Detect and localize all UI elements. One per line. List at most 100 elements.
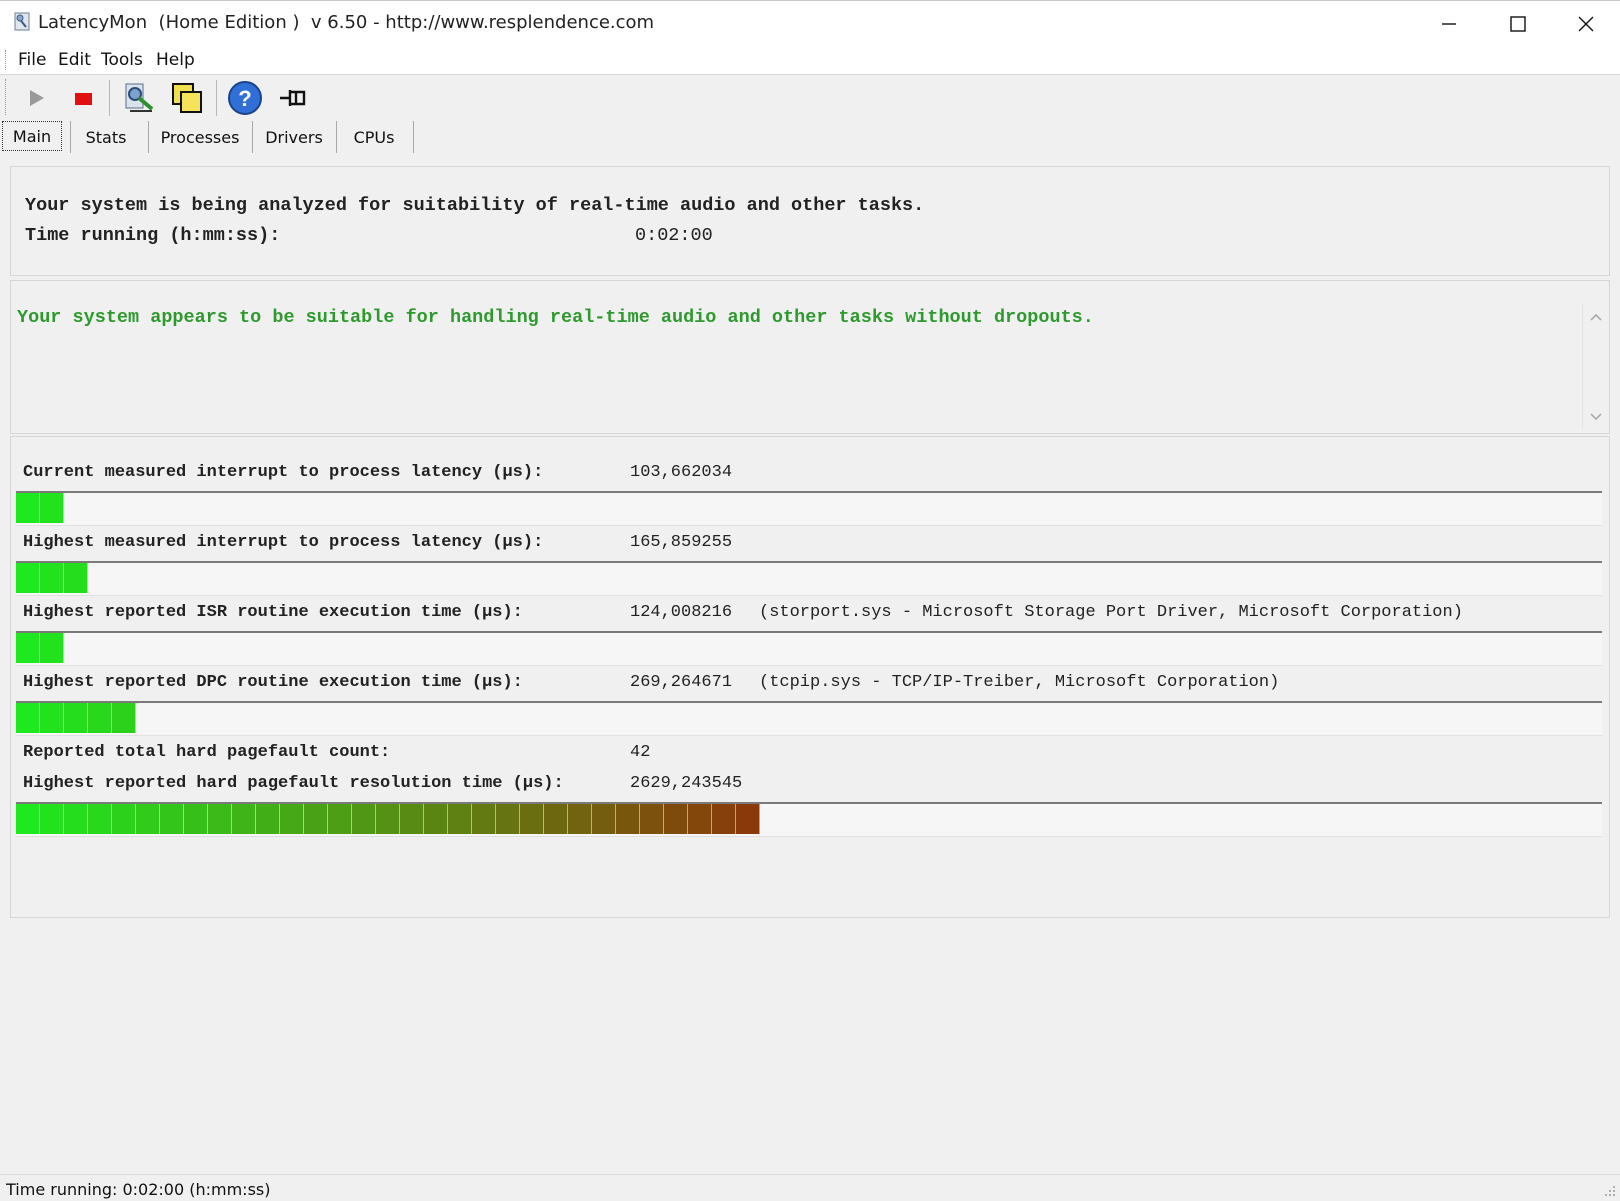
status-text: Time running: 0:02:00 (h:mm:ss) bbox=[6, 1180, 271, 1199]
tab-stats[interactable]: Stats bbox=[72, 123, 140, 151]
bar-segment bbox=[232, 804, 256, 834]
maximize-icon bbox=[1510, 16, 1526, 32]
maximize-button[interactable] bbox=[1484, 1, 1552, 47]
bar-segment bbox=[88, 804, 112, 834]
highest-latency-bar-fill bbox=[16, 563, 88, 593]
metrics-panel: Current measured interrupt to process la… bbox=[10, 436, 1610, 918]
pagefault-time-bar bbox=[16, 802, 1602, 837]
help-button[interactable]: ? bbox=[226, 80, 264, 116]
analyze-button[interactable] bbox=[120, 80, 158, 116]
bar-segment bbox=[352, 804, 376, 834]
bar-segment bbox=[304, 804, 328, 834]
tab-processes-label: Processes bbox=[160, 127, 240, 147]
menu-tools-label: Tools bbox=[101, 50, 143, 70]
bar-segment bbox=[496, 804, 520, 834]
pagefault-time-label: Highest reported hard pagefault resoluti… bbox=[23, 774, 564, 793]
stop-button[interactable] bbox=[64, 80, 102, 116]
minimize-button[interactable] bbox=[1415, 1, 1483, 47]
time-running-value: 0:02:00 bbox=[635, 225, 713, 246]
tab-separator bbox=[413, 121, 414, 153]
bar-segment bbox=[40, 804, 64, 834]
highest-latency-label: Highest measured interrupt to process la… bbox=[23, 533, 544, 552]
bar-segment bbox=[16, 563, 40, 593]
bar-segment bbox=[688, 804, 712, 834]
toolbar-separator-2 bbox=[216, 80, 217, 116]
bar-segment bbox=[64, 804, 88, 834]
tab-main-label: Main bbox=[12, 126, 52, 146]
menu-tools[interactable]: Tools bbox=[101, 50, 143, 70]
highest-latency-value: 165,859255 bbox=[630, 533, 733, 552]
tab-cpus[interactable]: CPUs bbox=[338, 123, 410, 151]
verdict-text: Your system appears to be suitable for h… bbox=[17, 307, 1094, 328]
status-bar: Time running: 0:02:00 (h:mm:ss) bbox=[0, 1174, 1620, 1201]
pin-button[interactable] bbox=[274, 80, 312, 116]
isr-bar-fill bbox=[16, 633, 64, 663]
bar-segment bbox=[640, 804, 664, 834]
tab-separator bbox=[252, 121, 253, 153]
menu-help-label: Help bbox=[156, 50, 195, 70]
title-bar: LatencyMon (Home Edition ) v 6.50 - http… bbox=[0, 0, 1620, 47]
bar-segment bbox=[592, 804, 616, 834]
bar-segment bbox=[64, 563, 88, 593]
bar-segment bbox=[112, 703, 136, 733]
tab-stats-label: Stats bbox=[85, 127, 127, 147]
highest-latency-bar bbox=[16, 561, 1602, 596]
tab-drivers[interactable]: Drivers bbox=[254, 123, 334, 151]
windows-icon bbox=[172, 83, 202, 113]
app-icon bbox=[12, 11, 34, 33]
pagefault-count-label: Reported total hard pagefault count: bbox=[23, 743, 391, 762]
scroll-down-icon[interactable] bbox=[1590, 413, 1602, 421]
current-latency-value: 103,662034 bbox=[630, 463, 733, 482]
bar-segment bbox=[64, 703, 88, 733]
analysis-status-text: Your system is being analyzed for suitab… bbox=[25, 195, 925, 216]
time-running-label: Time running (h:mm:ss): bbox=[25, 225, 281, 246]
bar-segment bbox=[568, 804, 592, 834]
bar-segment bbox=[40, 493, 64, 523]
isr-bar bbox=[16, 631, 1602, 666]
tab-drivers-label: Drivers bbox=[265, 127, 323, 147]
toolbar-separator bbox=[109, 80, 110, 116]
start-button[interactable] bbox=[17, 80, 55, 116]
windows-button[interactable] bbox=[168, 80, 206, 116]
tab-bar: Main Stats Processes Drivers CPUs bbox=[0, 121, 1620, 155]
bar-segment bbox=[40, 633, 64, 663]
bar-segment bbox=[664, 804, 688, 834]
bar-segment bbox=[208, 804, 232, 834]
scroll-up-icon[interactable] bbox=[1590, 313, 1602, 321]
analysis-panel: Your system is being analyzed for suitab… bbox=[10, 166, 1610, 276]
bar-segment bbox=[376, 804, 400, 834]
pagefault-time-value: 2629,243545 bbox=[630, 774, 743, 793]
menu-file[interactable]: File bbox=[18, 50, 46, 70]
current-latency-label: Current measured interrupt to process la… bbox=[23, 463, 544, 482]
menu-edit[interactable]: Edit bbox=[58, 50, 91, 70]
dpc-label: Highest reported DPC routine execution t… bbox=[23, 673, 523, 692]
tab-main[interactable]: Main bbox=[2, 121, 62, 151]
bar-segment bbox=[16, 633, 40, 663]
bar-segment bbox=[256, 804, 280, 834]
dpc-value: 269,264671 bbox=[630, 673, 733, 692]
toolbar-grip bbox=[5, 79, 9, 115]
dpc-bar bbox=[16, 701, 1602, 736]
isr-value: 124,008216 bbox=[630, 603, 733, 622]
tab-separator bbox=[70, 121, 71, 153]
bar-segment bbox=[544, 804, 568, 834]
menu-edit-label: Edit bbox=[58, 50, 91, 70]
dpc-bar-fill bbox=[16, 703, 136, 733]
bar-segment bbox=[160, 804, 184, 834]
tab-processes[interactable]: Processes bbox=[150, 123, 250, 151]
pagefault-time-bar-fill bbox=[16, 804, 760, 834]
resize-grip-icon[interactable] bbox=[1604, 1185, 1616, 1197]
pin-icon bbox=[280, 90, 306, 106]
tab-cpus-label: CPUs bbox=[353, 127, 395, 147]
verdict-scrollbar[interactable] bbox=[1582, 303, 1609, 429]
bar-segment bbox=[424, 804, 448, 834]
bar-segment bbox=[448, 804, 472, 834]
bar-segment bbox=[112, 804, 136, 834]
menu-help[interactable]: Help bbox=[156, 50, 195, 70]
bar-segment bbox=[16, 493, 40, 523]
minimize-icon bbox=[1442, 23, 1456, 25]
bar-segment bbox=[136, 804, 160, 834]
dpc-driver: (tcpip.sys - TCP/IP-Treiber, Microsoft C… bbox=[759, 673, 1280, 692]
bar-segment bbox=[16, 703, 40, 733]
close-button[interactable] bbox=[1552, 1, 1620, 47]
